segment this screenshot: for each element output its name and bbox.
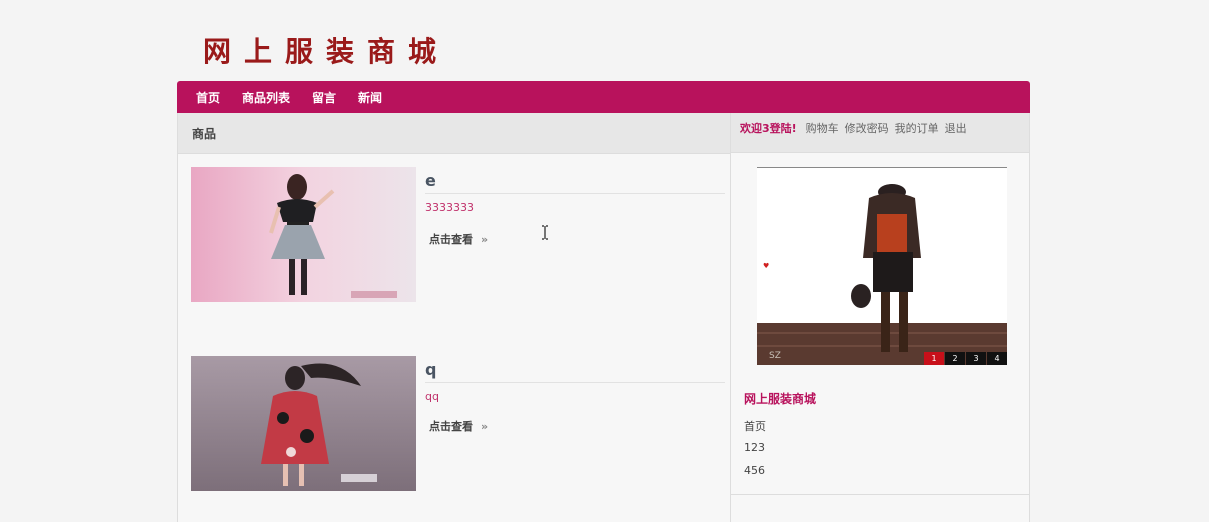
product-description: qq bbox=[425, 390, 439, 403]
product-item: q qq 点击查看 » bbox=[191, 356, 725, 492]
sidebar-section-title: 网上服装商城 bbox=[744, 392, 817, 406]
cart-link[interactable]: 购物车 bbox=[806, 120, 839, 136]
product-name[interactable]: q bbox=[425, 360, 436, 379]
nav-product-list[interactable]: 商品列表 bbox=[242, 89, 290, 106]
text-cursor-icon bbox=[542, 225, 548, 240]
product-panel-header: 商品 bbox=[178, 113, 730, 154]
slider-page-4[interactable]: 4 bbox=[987, 352, 1007, 365]
sidebar-item-home[interactable]: 首页 bbox=[744, 418, 766, 441]
view-details-link[interactable]: 点击查看 » bbox=[429, 418, 488, 434]
product-divider bbox=[425, 193, 725, 194]
product-divider bbox=[425, 382, 725, 383]
sidebar: 欢迎3登陆! 购物车 修改密码 我的订单 退出 ♥ SZ 1 2 3 4 网上服… bbox=[730, 113, 1030, 522]
sidebar-divider bbox=[731, 494, 1029, 495]
banner-image: ♥ SZ bbox=[757, 168, 1007, 365]
sidebar-list: 首页 123 456 bbox=[744, 418, 766, 487]
slider-page-2[interactable]: 2 bbox=[945, 352, 965, 365]
my-orders-link[interactable]: 我的订单 bbox=[895, 120, 939, 136]
slider-page-3[interactable]: 3 bbox=[966, 352, 986, 365]
view-details-label: 点击查看 bbox=[429, 233, 473, 246]
nav-news[interactable]: 新闻 bbox=[358, 89, 382, 106]
product-image[interactable] bbox=[191, 167, 416, 302]
arrow-right-icon: » bbox=[481, 420, 489, 433]
nav-home[interactable]: 首页 bbox=[196, 89, 220, 106]
view-details-link[interactable]: 点击查看 » bbox=[429, 231, 488, 247]
welcome-text: 欢迎3登陆! bbox=[740, 122, 797, 135]
svg-text:SZ: SZ bbox=[769, 351, 781, 361]
product-name[interactable]: e bbox=[425, 171, 436, 190]
slider-pagination: 1 2 3 4 bbox=[923, 352, 1007, 365]
arrow-right-icon: » bbox=[481, 233, 489, 246]
nav-message[interactable]: 留言 bbox=[312, 89, 336, 106]
user-bar: 欢迎3登陆! 购物车 修改密码 我的订单 退出 bbox=[731, 113, 1029, 153]
product-panel: 商品 e 3333333 点击查看 » q qq 点击查看 » bbox=[177, 113, 730, 522]
main-nav: 首页 商品列表 留言 新闻 bbox=[177, 81, 1030, 113]
site-title: 网上服装商城 bbox=[203, 35, 450, 68]
change-password-link[interactable]: 修改密码 bbox=[845, 120, 889, 136]
sidebar-item-123[interactable]: 123 bbox=[744, 441, 766, 464]
banner-slider[interactable]: ♥ SZ 1 2 3 4 bbox=[757, 167, 1007, 365]
view-details-label: 点击查看 bbox=[429, 420, 473, 433]
product-image[interactable] bbox=[191, 356, 416, 491]
slider-page-1[interactable]: 1 bbox=[924, 352, 944, 365]
sidebar-item-456[interactable]: 456 bbox=[744, 464, 766, 487]
svg-text:♥: ♥ bbox=[763, 262, 769, 270]
product-item: e 3333333 点击查看 » bbox=[191, 167, 725, 303]
logout-link[interactable]: 退出 bbox=[945, 120, 967, 136]
product-description: 3333333 bbox=[425, 201, 474, 214]
